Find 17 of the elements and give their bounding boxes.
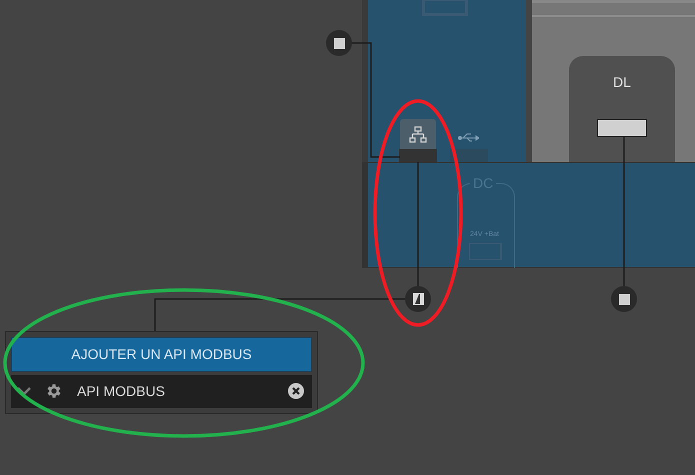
connection-node[interactable] bbox=[611, 286, 637, 312]
settings-icon[interactable] bbox=[45, 382, 63, 400]
network-icon bbox=[409, 126, 427, 144]
chevron-down-icon[interactable] bbox=[17, 386, 31, 396]
port-icon bbox=[412, 293, 424, 305]
ethernet-port[interactable] bbox=[400, 119, 436, 150]
port-base bbox=[450, 149, 488, 162]
remove-icon[interactable] bbox=[288, 383, 304, 400]
api-name: API MODBUS bbox=[77, 382, 165, 401]
api-list-item[interactable]: API MODBUS bbox=[11, 374, 312, 408]
port-base bbox=[399, 149, 437, 162]
module-label: DL bbox=[612, 73, 632, 92]
connection-node[interactable] bbox=[326, 30, 352, 56]
indicator-window bbox=[597, 119, 647, 137]
port-node[interactable] bbox=[405, 286, 431, 312]
usb-icon bbox=[458, 133, 479, 143]
add-api-button[interactable]: AJOUTER UN API MODBUS bbox=[11, 337, 312, 372]
